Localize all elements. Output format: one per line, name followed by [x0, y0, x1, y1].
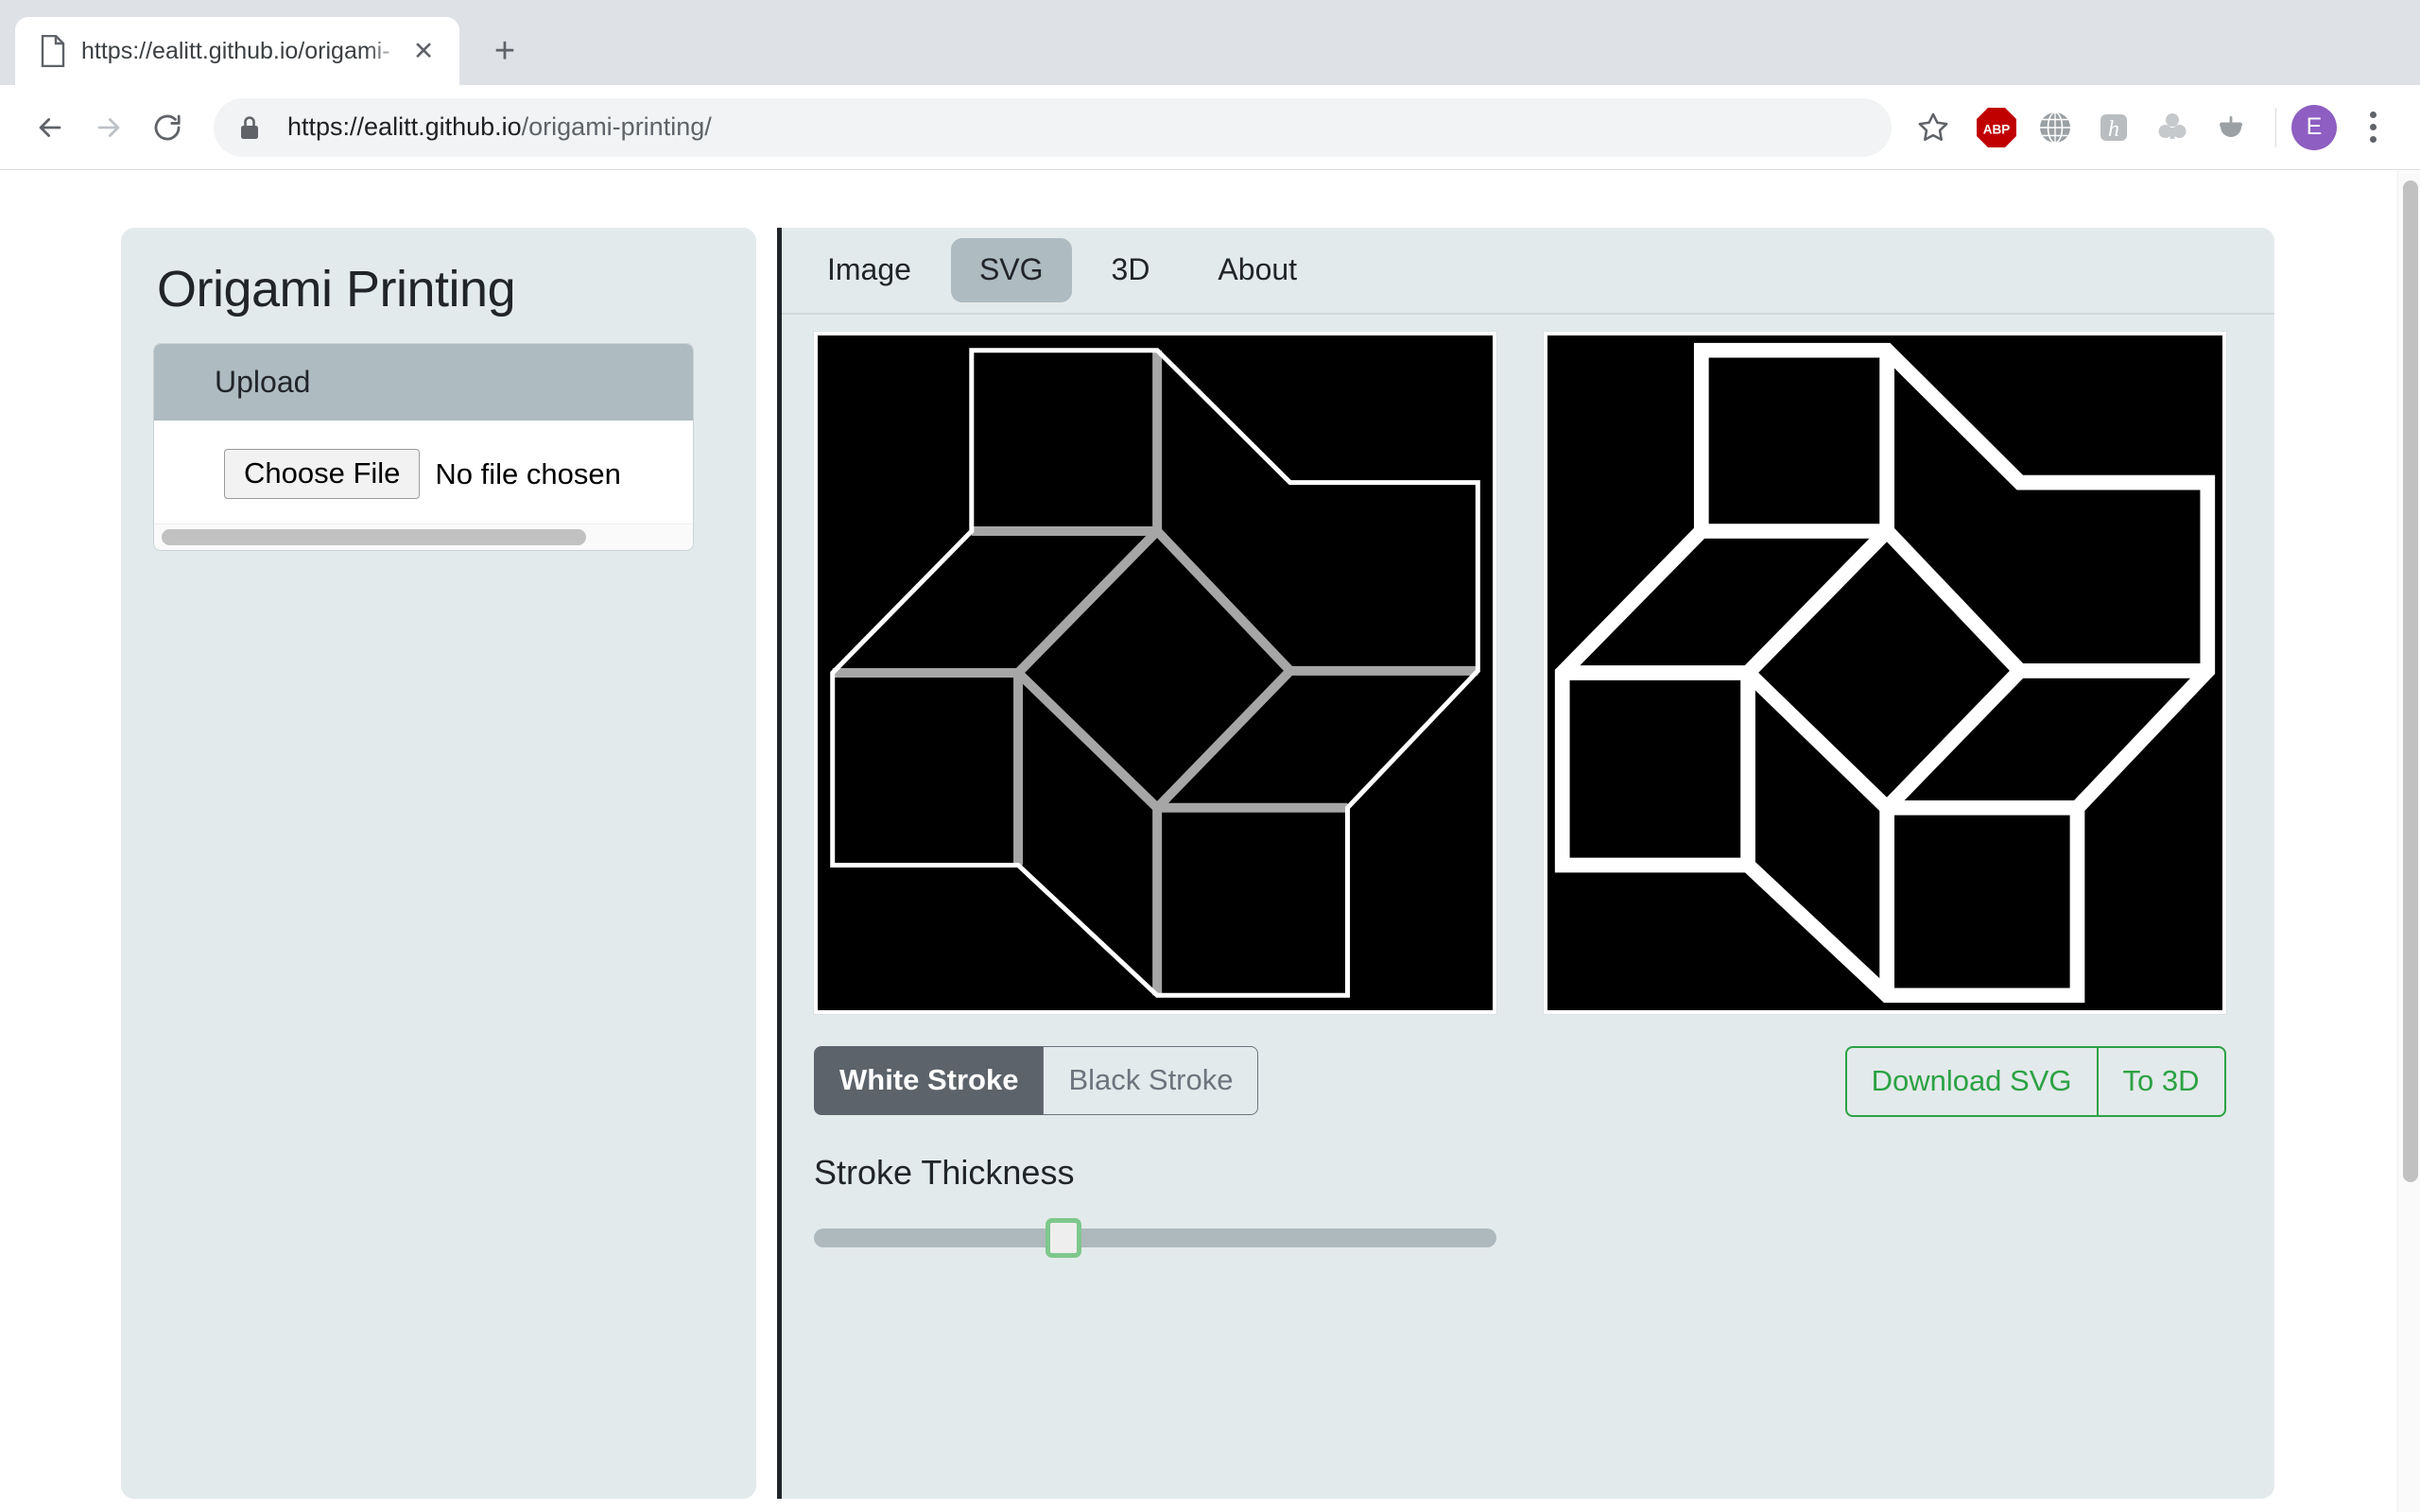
upload-card: Upload Choose File No file chosen [153, 343, 694, 551]
main-panel: Image SVG 3D About [777, 228, 2274, 1499]
honey-icon[interactable]: h [2084, 98, 2143, 157]
clover-icon[interactable] [2143, 98, 2202, 157]
reload-icon[interactable] [138, 98, 197, 157]
chrome-menu-icon[interactable] [2346, 98, 2399, 157]
toolbar-divider [2275, 108, 2276, 147]
browser-window: https://ealitt.github.io/origami- ✕ + ht… [0, 0, 2420, 1512]
page-scrollbar[interactable] [2397, 171, 2420, 1512]
browser-toolbar: https://ealitt.github.io/origami-printin… [0, 85, 2420, 170]
white-stroke-button[interactable]: White Stroke [814, 1046, 1043, 1115]
crease-pattern-vector [1547, 335, 2222, 1010]
address-bar[interactable]: https://ealitt.github.io/origami-printin… [214, 98, 1892, 157]
panes: White Stroke Black Stroke Stroke Thickne… [782, 315, 2274, 1263]
svg-actions-group: Download SVG To 3D [1845, 1046, 2226, 1117]
app-root: Origami Printing Upload Choose File No f… [121, 228, 2274, 1499]
to-3d-button[interactable]: To 3D [2098, 1046, 2226, 1117]
new-tab-button[interactable]: + [478, 25, 531, 77]
page-icon [40, 35, 66, 67]
back-icon[interactable] [21, 98, 79, 157]
tab-3d[interactable]: 3D [1083, 238, 1179, 302]
extension-icons: ABP h [1967, 98, 2260, 157]
browser-tabstrip: https://ealitt.github.io/origami- ✕ + [0, 0, 2420, 85]
download-svg-button[interactable]: Download SVG [1845, 1046, 2098, 1117]
slider-track[interactable] [814, 1228, 1496, 1247]
close-icon[interactable]: ✕ [405, 32, 442, 70]
file-status-label: No file chosen [435, 457, 620, 491]
tab-bar: Image SVG 3D About [782, 228, 2274, 315]
stroke-mode-group: White Stroke Black Stroke [814, 1046, 1258, 1115]
black-stroke-button[interactable]: Black Stroke [1043, 1046, 1258, 1115]
tab-svg[interactable]: SVG [951, 238, 1072, 302]
browser-tab[interactable]: https://ealitt.github.io/origami- ✕ [15, 17, 459, 85]
svg-actions-row: Download SVG To 3D [1544, 1046, 2226, 1117]
svg-text:h: h [2108, 117, 2119, 142]
choose-file-button[interactable]: Choose File [224, 449, 420, 499]
lock-icon [238, 114, 267, 141]
url-origin: https://ealitt.github.io [287, 112, 522, 141]
tab-image[interactable]: Image [799, 238, 940, 302]
sidebar: Origami Printing Upload Choose File No f… [121, 228, 756, 1499]
page-title: Origami Printing [157, 260, 724, 318]
slider-thumb[interactable] [1046, 1218, 1081, 1258]
page-scrollbar-thumb[interactable] [2403, 180, 2418, 1182]
image-pane: White Stroke Black Stroke Stroke Thickne… [799, 332, 1529, 1263]
upload-card-body: Choose File No file chosen [154, 421, 693, 524]
bookmark-star-icon[interactable] [1905, 99, 1962, 156]
url-path: /origami-printing/ [522, 112, 712, 141]
stroke-thickness-slider[interactable] [814, 1213, 1496, 1263]
image-preview-canvas[interactable] [814, 332, 1496, 1014]
svg-preview-canvas[interactable] [1544, 332, 2226, 1014]
stroke-thickness-label: Stroke Thickness [814, 1153, 1513, 1193]
svg-text:ABP: ABP [1983, 122, 2011, 136]
crease-pattern-raster [818, 335, 1493, 1010]
forward-icon[interactable] [79, 98, 138, 157]
page-viewport: Origami Printing Upload Choose File No f… [0, 171, 2420, 1512]
upload-card-header: Upload [154, 344, 693, 421]
browser-tab-title: https://ealitt.github.io/origami- [81, 38, 405, 65]
svg-pane: Download SVG To 3D [1529, 332, 2258, 1263]
stroke-mode-row: White Stroke Black Stroke [814, 1046, 1513, 1115]
globe-icon[interactable] [2026, 98, 2084, 157]
profile-avatar[interactable]: E [2291, 105, 2337, 150]
tab-about[interactable]: About [1189, 238, 1325, 302]
acorn-icon[interactable] [2202, 98, 2260, 157]
hscrollbar-thumb[interactable] [162, 529, 586, 545]
adblock-plus-icon[interactable]: ABP [1967, 98, 2026, 157]
address-bar-url: https://ealitt.github.io/origami-printin… [287, 112, 1867, 142]
upload-card-hscrollbar[interactable] [154, 524, 693, 550]
